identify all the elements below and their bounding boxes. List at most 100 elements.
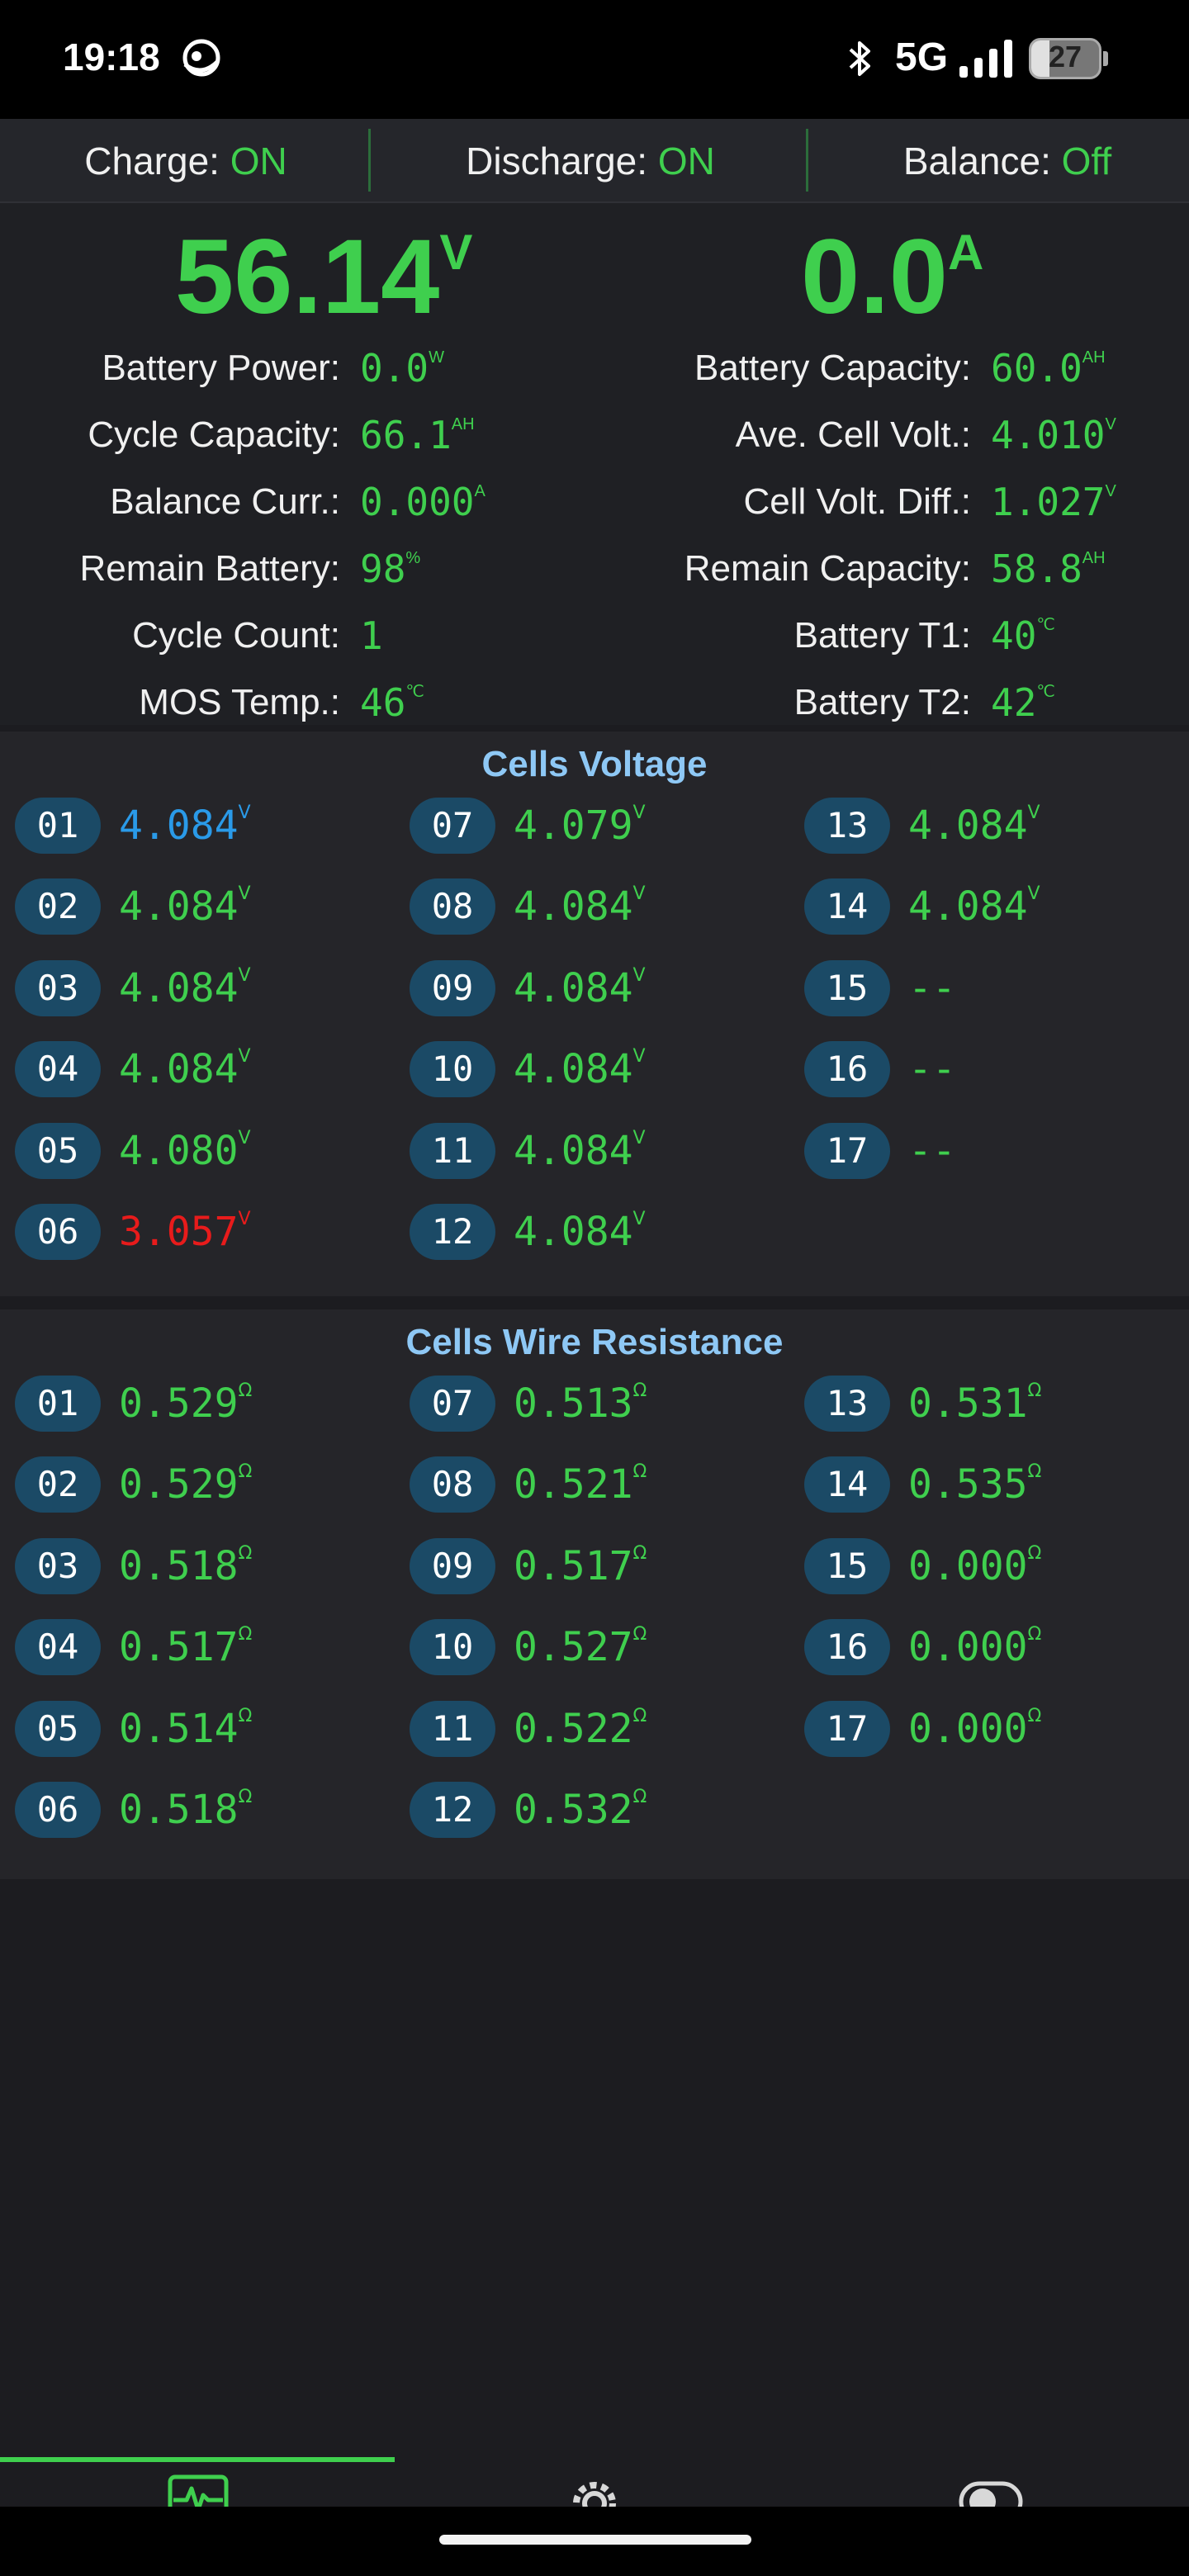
cell-value-number: 4.084 — [119, 883, 239, 930]
cell-value-unit: V — [238, 803, 251, 823]
cell-item: 17 -- — [804, 1123, 1168, 1181]
cell-value-number: 0.517 — [119, 1624, 239, 1670]
summary-row: Battery T1: 40℃ — [0, 611, 1189, 661]
summary-row: Cell Volt. Diff.: 1.027V — [0, 477, 1189, 527]
cell-index-badge: 12 — [410, 1204, 495, 1260]
summary-value: 40℃ — [991, 611, 1055, 661]
cell-index-badge: 03 — [15, 1538, 101, 1594]
cell-item: 15 -- — [804, 960, 1168, 1018]
cell-value-number: -- — [908, 965, 956, 1011]
summary-value-number: 42 — [991, 680, 1037, 725]
cell-value-number: 4.084 — [514, 883, 633, 930]
network-type: 5G — [895, 36, 949, 79]
cell-value-number: 0.000 — [908, 1543, 1028, 1589]
cell-value-number: 0.518 — [119, 1787, 239, 1833]
cell-value: 4.084V — [514, 1123, 646, 1179]
summary-value: 42℃ — [991, 678, 1055, 727]
cell-item: 04 0.517Ω — [15, 1619, 378, 1677]
summary-value-number: 58.8 — [991, 547, 1082, 591]
cell-value-number: 0.518 — [119, 1543, 239, 1589]
summary-row: Battery T2: 42℃ — [0, 678, 1189, 727]
cell-index-badge: 01 — [15, 1376, 101, 1432]
cell-index-badge: 05 — [15, 1701, 101, 1757]
cell-item: 05 4.080V — [15, 1123, 378, 1181]
cell-value: 0.513Ω — [514, 1376, 647, 1432]
total-voltage: 56.14V — [175, 220, 472, 335]
pulse-monitor-icon[interactable] — [165, 2474, 231, 2507]
cell-index-badge: 13 — [804, 1376, 890, 1432]
cell-value-number: 4.084 — [514, 1128, 633, 1174]
toggle-icon[interactable] — [958, 2474, 1024, 2507]
divider — [806, 129, 808, 192]
cell-value: 0.518Ω — [119, 1782, 252, 1838]
cell-item: 10 4.084V — [410, 1041, 773, 1099]
cell-item: 12 0.532Ω — [410, 1782, 773, 1840]
cell-value-number: 0.532 — [514, 1787, 633, 1833]
cell-value: 0.532Ω — [514, 1782, 647, 1838]
summary-label: Battery T2: — [793, 682, 971, 722]
cell-item: 14 0.535Ω — [804, 1456, 1168, 1514]
summary-value-unit: AH — [1082, 348, 1106, 367]
home-gesture-bar[interactable] — [439, 2535, 751, 2545]
balance-value: Off — [1061, 140, 1112, 182]
cell-index-badge: 04 — [15, 1619, 101, 1675]
gesture-area — [0, 2507, 1189, 2576]
balance-label: Balance: — [902, 140, 1051, 182]
cell-value: 0.514Ω — [119, 1701, 252, 1757]
cell-value-unit: Ω — [632, 1706, 647, 1726]
cell-value: 0.529Ω — [119, 1376, 252, 1432]
discharge-label: Discharge: — [466, 140, 648, 182]
cell-value-unit: Ω — [238, 1461, 253, 1482]
cell-value-number: 0.529 — [119, 1380, 239, 1427]
cell-value-unit: Ω — [632, 1380, 647, 1401]
summary-value: 58.8AH — [991, 544, 1106, 594]
cell-index-badge: 09 — [410, 1538, 495, 1594]
cell-value: 0.522Ω — [514, 1701, 647, 1757]
gear-icon[interactable] — [561, 2474, 628, 2507]
summary-label: Remain Capacity: — [684, 548, 971, 589]
cell-value: -- — [908, 1041, 956, 1097]
summary-row: Remain Capacity: 58.8AH — [0, 544, 1189, 594]
cells-voltage-title: Cells Voltage — [481, 744, 708, 784]
cell-index-badge: 07 — [410, 798, 495, 854]
cell-value-number: 4.084 — [514, 1209, 633, 1255]
cell-index-badge: 17 — [804, 1701, 890, 1757]
status-bar: 19:18 5G 27 — [0, 0, 1189, 119]
summary-value-unit: V — [1105, 415, 1116, 433]
bluetooth-icon — [849, 41, 870, 76]
cell-value: 0.517Ω — [514, 1538, 647, 1594]
cell-value-unit: Ω — [632, 1624, 647, 1645]
cell-value-unit: V — [632, 1128, 646, 1148]
summary-row: Ave. Cell Volt.: 4.010V — [0, 410, 1189, 460]
cell-index-badge: 14 — [804, 878, 890, 935]
cell-value-unit: Ω — [238, 1543, 253, 1564]
cell-item: 04 4.084V — [15, 1041, 378, 1099]
summary-value: 4.010V — [991, 410, 1116, 460]
total-current-value: 0.0 — [801, 218, 948, 336]
cell-item: 11 4.084V — [410, 1123, 773, 1181]
active-tab-indicator — [0, 2457, 395, 2462]
battery-level: 27 — [1048, 40, 1082, 73]
cell-value-unit: V — [1027, 803, 1040, 823]
summary-value: 1.027V — [991, 477, 1116, 527]
status-time: 19:18 — [63, 36, 160, 78]
summary-value-number: 60.0 — [991, 346, 1082, 391]
cell-index-badge: 14 — [804, 1456, 890, 1513]
summary-value-unit: ℃ — [1036, 683, 1055, 701]
cell-value: 0.535Ω — [908, 1456, 1041, 1513]
cell-value-number: 4.084 — [119, 1046, 239, 1092]
cell-item: 09 4.084V — [410, 960, 773, 1018]
cell-value-number: -- — [908, 1128, 956, 1174]
cell-value-unit: V — [632, 965, 646, 986]
cell-value: 0.517Ω — [119, 1619, 252, 1675]
cell-index-badge: 12 — [410, 1782, 495, 1838]
summary-label: Battery T1: — [793, 615, 971, 656]
cell-item: 03 4.084V — [15, 960, 378, 1018]
cell-item: 02 4.084V — [15, 878, 378, 936]
cell-value: 0.000Ω — [908, 1701, 1041, 1757]
cell-index-badge: 15 — [804, 960, 890, 1016]
cell-value-number: 4.080 — [119, 1128, 239, 1174]
switch-status-bar: Charge: ON Discharge: ON Balance: Off — [0, 119, 1189, 203]
cell-index-badge: 08 — [410, 1456, 495, 1513]
cell-index-badge: 16 — [804, 1041, 890, 1097]
